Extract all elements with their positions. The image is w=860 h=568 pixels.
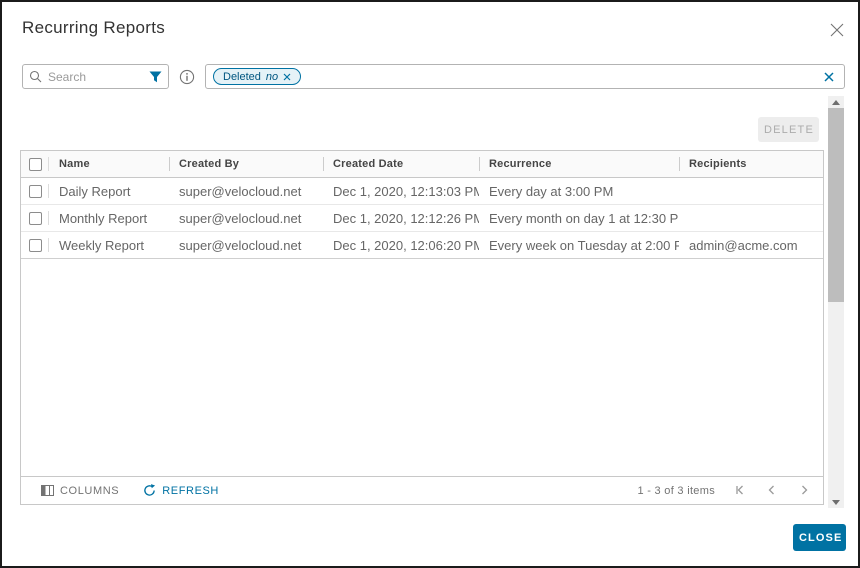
filter-funnel-icon[interactable] bbox=[149, 71, 162, 83]
filter-chip-value: no bbox=[265, 70, 279, 83]
first-page-button[interactable] bbox=[733, 484, 747, 498]
recurring-reports-dialog: Recurring Reports Deleted no bbox=[0, 0, 860, 568]
filter-chip[interactable]: Deleted no bbox=[213, 68, 302, 85]
columns-icon bbox=[41, 485, 54, 496]
columns-label: COLUMNS bbox=[60, 484, 120, 497]
dialog-title: Recurring Reports bbox=[22, 18, 166, 37]
dialog-close-button[interactable] bbox=[828, 22, 846, 40]
column-header-recurrence[interactable]: Recurrence bbox=[479, 151, 679, 177]
pagination-info: 1 - 3 of 3 items bbox=[637, 484, 715, 497]
search-icon bbox=[29, 70, 42, 83]
cell-recurrence: Every month on day 1 at 12:30 PM bbox=[489, 210, 679, 226]
cell-recurrence: Every day at 3:00 PM bbox=[489, 183, 614, 199]
search-box bbox=[22, 64, 169, 89]
cell-name: Daily Report bbox=[59, 183, 131, 199]
select-all-checkbox[interactable] bbox=[28, 157, 42, 171]
search-input[interactable] bbox=[46, 68, 149, 85]
refresh-label: REFRESH bbox=[162, 484, 219, 497]
row-checkbox[interactable] bbox=[28, 211, 42, 225]
column-header-created-date[interactable]: Created Date bbox=[323, 151, 479, 177]
vertical-scrollbar[interactable] bbox=[828, 96, 844, 508]
cell-recurrence: Every week on Tuesday at 2:00 PM bbox=[489, 237, 679, 253]
previous-page-button[interactable] bbox=[765, 484, 779, 498]
table-footer: COLUMNS REFRESH 1 - 3 of 3 items bbox=[21, 476, 823, 504]
row-checkbox[interactable] bbox=[28, 238, 42, 252]
triangle-up-icon bbox=[832, 99, 840, 105]
table-row[interactable]: Weekly Report super@velocloud.net Dec 1,… bbox=[21, 232, 823, 259]
chevron-left-icon bbox=[768, 485, 774, 494]
table-row[interactable]: Monthly Report super@velocloud.net Dec 1… bbox=[21, 205, 823, 232]
filter-clear-icon[interactable] bbox=[822, 70, 836, 84]
cell-recipients bbox=[679, 205, 823, 231]
table-header-row: Name Created By Created Date Recurrence … bbox=[21, 151, 823, 178]
filter-chip-label: Deleted bbox=[223, 70, 261, 83]
row-checkbox[interactable] bbox=[28, 184, 42, 198]
reports-table: Name Created By Created Date Recurrence … bbox=[20, 150, 824, 505]
close-icon bbox=[830, 23, 844, 37]
table-row[interactable]: Daily Report super@velocloud.net Dec 1, … bbox=[21, 178, 823, 205]
close-button[interactable]: CLOSE bbox=[793, 524, 846, 551]
scroll-down-button[interactable] bbox=[828, 496, 844, 508]
chip-remove-icon[interactable] bbox=[283, 73, 291, 81]
cell-created-date: Dec 1, 2020, 12:13:03 PM bbox=[333, 183, 479, 199]
cell-name: Weekly Report bbox=[59, 237, 145, 253]
info-icon[interactable] bbox=[179, 69, 195, 85]
delete-button[interactable]: DELETE bbox=[758, 117, 819, 142]
refresh-button[interactable]: REFRESH bbox=[143, 484, 219, 497]
cell-recipients: admin@acme.com bbox=[689, 237, 798, 253]
chevron-right-icon bbox=[802, 485, 808, 494]
cell-created-date: Dec 1, 2020, 12:12:26 PM bbox=[333, 210, 479, 226]
cell-created-by: super@velocloud.net bbox=[179, 237, 302, 253]
scroll-up-button[interactable] bbox=[828, 96, 844, 108]
next-page-button[interactable] bbox=[797, 484, 811, 498]
refresh-icon bbox=[144, 484, 156, 496]
column-header-name[interactable]: Name bbox=[49, 151, 169, 177]
filter-bar[interactable]: Deleted no bbox=[205, 64, 845, 89]
scrollbar-thumb[interactable] bbox=[828, 108, 844, 302]
cell-created-date: Dec 1, 2020, 12:06:20 PM bbox=[333, 237, 479, 253]
columns-button[interactable]: COLUMNS bbox=[41, 485, 119, 497]
column-header-recipients[interactable]: Recipients bbox=[679, 151, 823, 177]
page-first-icon bbox=[736, 485, 743, 494]
triangle-down-icon bbox=[832, 499, 840, 505]
column-header-created-by[interactable]: Created By bbox=[169, 151, 323, 177]
cell-created-by: super@velocloud.net bbox=[179, 183, 302, 199]
cell-recipients bbox=[679, 178, 823, 204]
cell-created-by: super@velocloud.net bbox=[179, 210, 302, 226]
cell-name: Monthly Report bbox=[59, 210, 148, 226]
